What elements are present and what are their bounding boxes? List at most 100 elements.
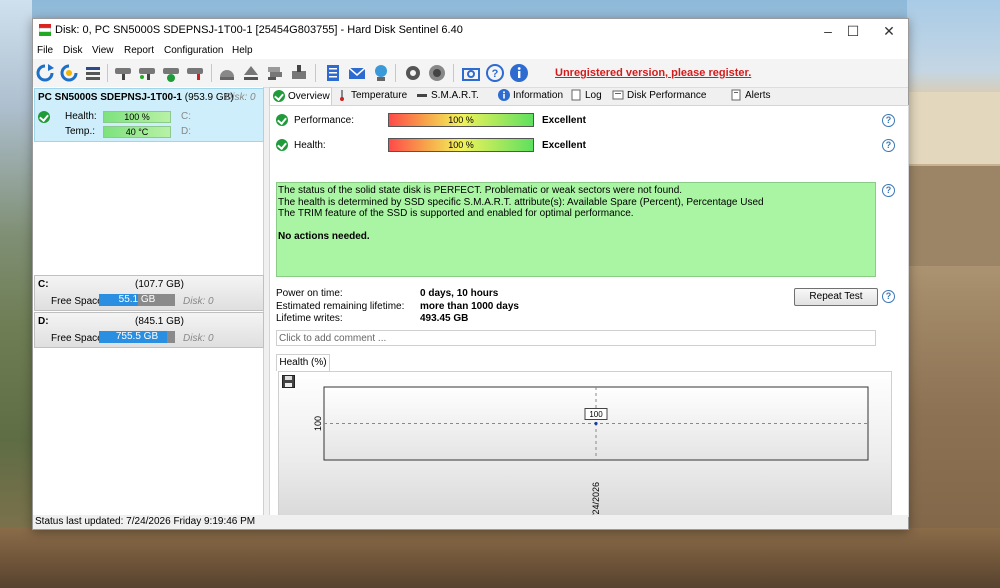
power-on-value: 0 days, 10 hours — [420, 288, 499, 299]
tab-disk-performance[interactable]: Disk Performance — [609, 87, 709, 104]
repeat-test-button[interactable]: Repeat Test — [794, 288, 878, 306]
menu-report[interactable]: Report — [124, 45, 154, 56]
speaker-icon[interactable] — [427, 63, 447, 83]
close-button[interactable]: ✕ — [869, 19, 909, 43]
disk-tool-icon[interactable] — [289, 63, 309, 83]
health-chart: 100 100 7/24/2026 — [313, 386, 869, 518]
help-icon[interactable]: ? — [882, 139, 895, 152]
disk-dome-icon[interactable] — [217, 63, 237, 83]
tab-health-history[interactable]: Health (%) — [276, 354, 330, 371]
disk-card[interactable]: PC SN5000S SDEPNSJ-1T00-1 (953.9 GB) Dis… — [34, 88, 264, 142]
free-space-label: Free Space — [51, 333, 103, 344]
disk-list-icon[interactable] — [83, 63, 103, 83]
unregistered-link[interactable]: Unregistered version, please register. — [555, 67, 751, 79]
title-bar: Disk: 0, PC SN5000S SDEPNSJ-1T00-1 [2545… — [33, 19, 908, 43]
health-label: Health: — [65, 111, 97, 122]
menu-configuration[interactable]: Configuration — [164, 45, 223, 56]
disk-test-icon[interactable] — [137, 63, 157, 83]
tab-information[interactable]: Information — [495, 87, 566, 104]
toolbar-separator — [211, 64, 212, 82]
tab-alerts[interactable]: Alerts — [727, 87, 774, 104]
status-line: The TRIM feature of the SSD is supported… — [278, 208, 634, 219]
health-chart-area: 100 100 7/24/2026 — [278, 371, 892, 519]
menu-disk[interactable]: Disk — [63, 45, 82, 56]
toolbar: ? Unregistered version, please register. — [33, 59, 908, 88]
drive-letter: C: — [38, 279, 49, 290]
status-text: Status last updated: 7/24/2026 Friday 9:… — [35, 516, 256, 527]
remaining-value: more than 1000 days — [420, 301, 519, 312]
disk-settings-icon[interactable] — [185, 63, 205, 83]
drive-capacity: (845.1 GB) — [135, 316, 184, 327]
x-tick-label: 7/24/2026 — [591, 482, 601, 518]
maximize-button[interactable]: ☐ — [833, 19, 873, 43]
health-ok-icon — [276, 139, 288, 151]
eject-icon[interactable] — [241, 63, 261, 83]
writes-label: Lifetime writes: — [276, 313, 343, 324]
status-description: The status of the solid state disk is PE… — [276, 182, 876, 277]
power-on-label: Power on time: — [276, 288, 343, 299]
email-icon[interactable] — [347, 63, 367, 83]
status-line: The health is determined by SSD specific… — [278, 196, 764, 208]
help-icon[interactable]: ? — [882, 114, 895, 127]
performance-label: Performance: — [294, 115, 355, 126]
building — [907, 92, 1000, 164]
free-space-bar: 55.1 GB — [99, 294, 175, 306]
menu-help[interactable]: Help — [232, 45, 253, 56]
desktop-bottom — [0, 528, 1000, 588]
app-window: Disk: 0, PC SN5000S SDEPNSJ-1T00-1 [2545… — [32, 18, 909, 530]
help-icon[interactable]: ? — [485, 63, 505, 83]
gear-icon[interactable] — [403, 63, 423, 83]
tab-overview[interactable]: Overview — [269, 87, 332, 105]
overview-panel: Performance: 100 % Excellent ? Health: 1… — [269, 105, 909, 519]
tab-temperature[interactable]: Temperature — [333, 87, 410, 104]
camera-icon[interactable] — [461, 63, 481, 83]
help-icon[interactable]: ? — [882, 184, 895, 197]
thermometer-icon — [340, 90, 344, 101]
health-label: Health: — [294, 140, 326, 151]
disk-surface-icon[interactable] — [113, 63, 133, 83]
comment-field[interactable]: Click to add comment ... — [276, 330, 876, 346]
refresh-icon[interactable] — [35, 63, 55, 83]
desktop-left — [0, 0, 32, 588]
toolbar-separator — [107, 64, 108, 82]
tab-smart[interactable]: S.M.A.R.T. — [413, 87, 482, 104]
help-icon[interactable]: ? — [882, 290, 895, 303]
toolbar-separator — [453, 64, 454, 82]
menu-file[interactable]: File — [37, 45, 53, 56]
network-icon[interactable] — [371, 63, 391, 83]
drive-disk: Disk: 0 — [183, 296, 214, 307]
data-point — [594, 421, 598, 426]
disk-stack-icon[interactable] — [265, 63, 285, 83]
toolbar-separator — [315, 64, 316, 82]
tab-log[interactable]: Log — [567, 87, 605, 104]
health-mini-bar: 100 % — [103, 111, 171, 123]
disk-ok-icon[interactable] — [161, 63, 181, 83]
report-icon[interactable] — [323, 63, 343, 83]
drive-disk: Disk: 0 — [183, 333, 214, 344]
drive-d-label: D: — [181, 126, 191, 137]
status-line: The status of the solid state disk is PE… — [278, 185, 683, 196]
menu-bar: File Disk View Report Configuration Help — [33, 43, 908, 59]
free-space-bar: 755.5 GB — [99, 331, 175, 343]
smart-icon — [417, 94, 427, 97]
menu-view[interactable]: View — [92, 45, 114, 56]
overview-icon — [273, 90, 285, 102]
svg-text:?: ? — [492, 68, 499, 80]
free-space-value: 55.1 GB — [118, 294, 156, 305]
toolbar-separator — [395, 64, 396, 82]
health-bar: 100 % — [388, 138, 534, 152]
drive-c-box[interactable]: C: (107.7 GB) Free Space 55.1 GB Disk: 0 — [34, 275, 264, 311]
status-bar: Status last updated: 7/24/2026 Friday 9:… — [33, 515, 908, 529]
disk-list-pane: PC SN5000S SDEPNSJ-1T00-1 (953.9 GB) Dis… — [33, 87, 264, 516]
window-title: Disk: 0, PC SN5000S SDEPNSJ-1T00-1 [2545… — [55, 24, 463, 36]
app-icon — [39, 24, 51, 36]
y-tick-label: 100 — [313, 416, 323, 431]
free-space-label: Free Space — [51, 296, 103, 307]
drive-d-box[interactable]: D: (845.1 GB) Free Space 755.5 GB Disk: … — [34, 312, 264, 348]
info-icon — [498, 89, 510, 101]
data-label: 100 — [584, 408, 608, 420]
refresh-all-icon[interactable] — [59, 63, 79, 83]
info-icon[interactable] — [509, 63, 529, 83]
alerts-icon — [731, 89, 741, 101]
disk-number: Disk: 0 — [225, 92, 256, 103]
